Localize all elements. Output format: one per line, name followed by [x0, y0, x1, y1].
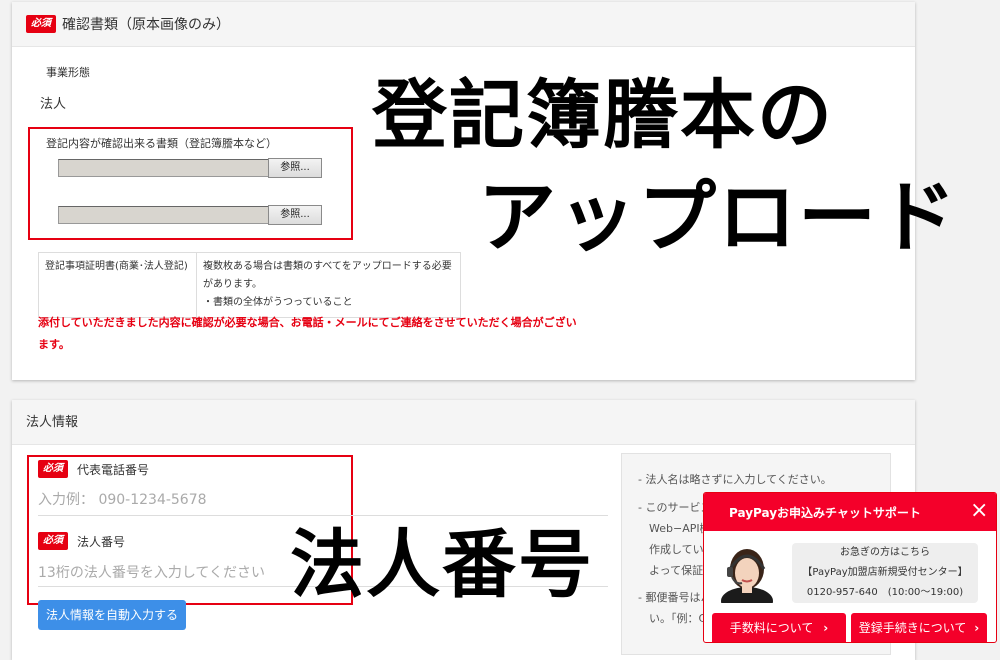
chevron-right-icon: ›: [823, 621, 829, 635]
required-badge: 必須: [38, 532, 68, 550]
hint-line: - 法人名は略さずに入力してください。: [638, 473, 832, 486]
chevron-right-icon: ›: [974, 621, 980, 635]
overlay-corp-number: 法人番号: [290, 522, 594, 608]
overlay-heading-line1: 登記簿謄本の: [372, 71, 835, 159]
autofill-button[interactable]: 法人情報を自動入力する: [38, 600, 186, 630]
chat-header: PayPayお申込みチャットサポート ×: [704, 493, 996, 531]
note-line: 複数枚ある場合は書類のすべてをアップロードする必要があります。: [203, 261, 452, 290]
corporate-info-title: 法人情報: [26, 415, 79, 430]
registration-button-label: 登録手続きについて: [858, 621, 967, 635]
documents-card-title: 確認書類（原本画像のみ）: [62, 17, 230, 33]
chat-phone: 0120-957-640 (10:00〜19:00): [806, 587, 964, 598]
fees-button[interactable]: 手数料について ›: [712, 613, 846, 642]
phone-input-underline: [38, 515, 608, 516]
hint-line: - このサービス: [638, 501, 712, 514]
business-type-value: 法人: [40, 97, 67, 112]
chat-urgent-text: お急ぎの方はこちら: [840, 547, 930, 558]
required-badge: 必須: [38, 460, 68, 478]
corp-number-label: 法人番号: [77, 535, 126, 549]
upload-label: 登記内容が確認出来る書類（登記簿謄本など）: [46, 137, 277, 150]
registration-button[interactable]: 登録手続きについて ›: [851, 613, 987, 642]
table-row: 登記事項証明書(商業･法人登記) 複数枚ある場合は書類のすべてをアップロードする…: [38, 252, 461, 318]
fees-button-label: 手数料について: [729, 621, 814, 635]
business-type-label: 事業形態: [46, 66, 90, 79]
chat-center-name: 【PayPay加盟店新規受付センター】: [802, 567, 968, 578]
browse-button-1[interactable]: 参照...: [268, 158, 322, 178]
document-name-cell: 登記事項証明書(商業･法人登記): [38, 252, 197, 318]
note-line: ・書類の全体がうつっていること: [203, 297, 353, 308]
hint-line: Web−API機: [649, 522, 711, 535]
documents-card-header: 必須 確認書類（原本画像のみ）: [12, 2, 915, 47]
contact-notice: 添付していただきました内容に確認が必要な場合、お電話・メールにてご連絡をさせてい…: [38, 316, 577, 351]
phone-label: 代表電話番号: [77, 463, 150, 477]
document-requirements-table: 登記事項証明書(商業･法人登記) 複数枚ある場合は書類のすべてをアップロードする…: [38, 252, 461, 318]
required-badge: 必須: [26, 15, 56, 33]
hint-line: - 郵便番号はハ: [638, 591, 712, 604]
close-icon[interactable]: ×: [970, 499, 988, 523]
operator-avatar: [718, 539, 776, 615]
document-notes-cell: 複数枚ある場合は書類のすべてをアップロードする必要があります。 ・書類の全体がう…: [196, 252, 461, 318]
corp-number-input[interactable]: 13桁の法人番号を入力してください: [38, 562, 265, 582]
browse-button-2[interactable]: 参照...: [268, 205, 322, 225]
hint-line: い。「例：C: [649, 612, 707, 625]
chat-support-widget: PayPayお申込みチャットサポート × お急ぎの方はこちら 【PayPay加盟…: [703, 492, 997, 643]
chat-title: PayPayお申込みチャットサポート: [729, 506, 921, 520]
chat-bubble: お急ぎの方はこちら 【PayPay加盟店新規受付センター】 0120-957-6…: [792, 543, 978, 603]
corporate-info-header: 法人情報: [12, 400, 915, 445]
phone-input[interactable]: 入力例： 090-1234-5678: [38, 489, 207, 509]
overlay-heading-line2: アップロード: [478, 173, 959, 263]
